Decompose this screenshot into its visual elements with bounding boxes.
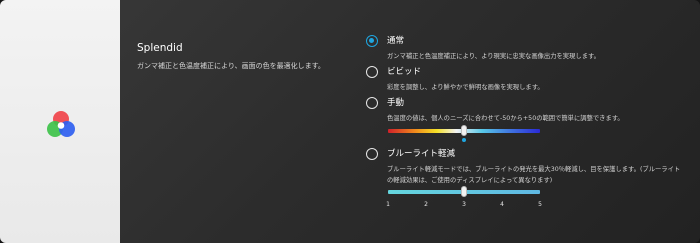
option-manual-label: 手動 bbox=[387, 98, 405, 108]
color-temperature-center-marker bbox=[462, 138, 466, 142]
rgb-color-circles-icon bbox=[47, 111, 75, 137]
blue-light-level-thumb[interactable] bbox=[461, 186, 467, 197]
blue-light-tick-label: 1 bbox=[386, 201, 390, 208]
option-blue-light-description-line2: の軽減効果は、ご使用のディスプレイによって異なります) bbox=[387, 177, 553, 184]
radio-manual[interactable] bbox=[366, 97, 378, 109]
splendid-title: Splendid bbox=[137, 42, 183, 54]
option-manual-description: 色温度の値は、個人のニーズに合わせて-50から+50の範囲で簡単に調整できます。 bbox=[387, 115, 624, 122]
option-normal-label: 通常 bbox=[387, 36, 405, 46]
option-blue-light-description-line1: ブルーライト軽減モードでは、ブルーライトの発光を最大30％軽減し、目を保護します… bbox=[387, 166, 681, 173]
radio-normal[interactable] bbox=[366, 35, 378, 47]
option-blue-light-label: ブルーライト軽減 bbox=[387, 149, 456, 159]
blue-light-tick-label: 5 bbox=[538, 201, 542, 208]
blue-light-tick-label: 3 bbox=[462, 201, 466, 208]
blue-light-tick-label: 2 bbox=[424, 201, 428, 208]
splendid-description: ガンマ補正と色温度補正により、画面の色を最適化します。 bbox=[137, 62, 325, 70]
splendid-settings-card: Splendid ガンマ補正と色温度補正により、画面の色を最適化します。 通常 … bbox=[0, 0, 700, 243]
option-vivid-description: 彩度を調整し、より鮮やかで鮮明な画像を実現します。 bbox=[387, 84, 544, 91]
blue-light-tick-label: 4 bbox=[500, 201, 504, 208]
option-normal-description: ガンマ補正と色温度補正により、より現実に忠実な画像出力を実現します。 bbox=[387, 53, 600, 60]
color-temperature-thumb[interactable] bbox=[461, 125, 467, 136]
option-vivid-label: ビビッド bbox=[387, 67, 422, 77]
radio-vivid[interactable] bbox=[366, 66, 378, 78]
feature-icon-panel bbox=[0, 0, 120, 243]
radio-blue-light-reduction[interactable] bbox=[366, 148, 378, 160]
